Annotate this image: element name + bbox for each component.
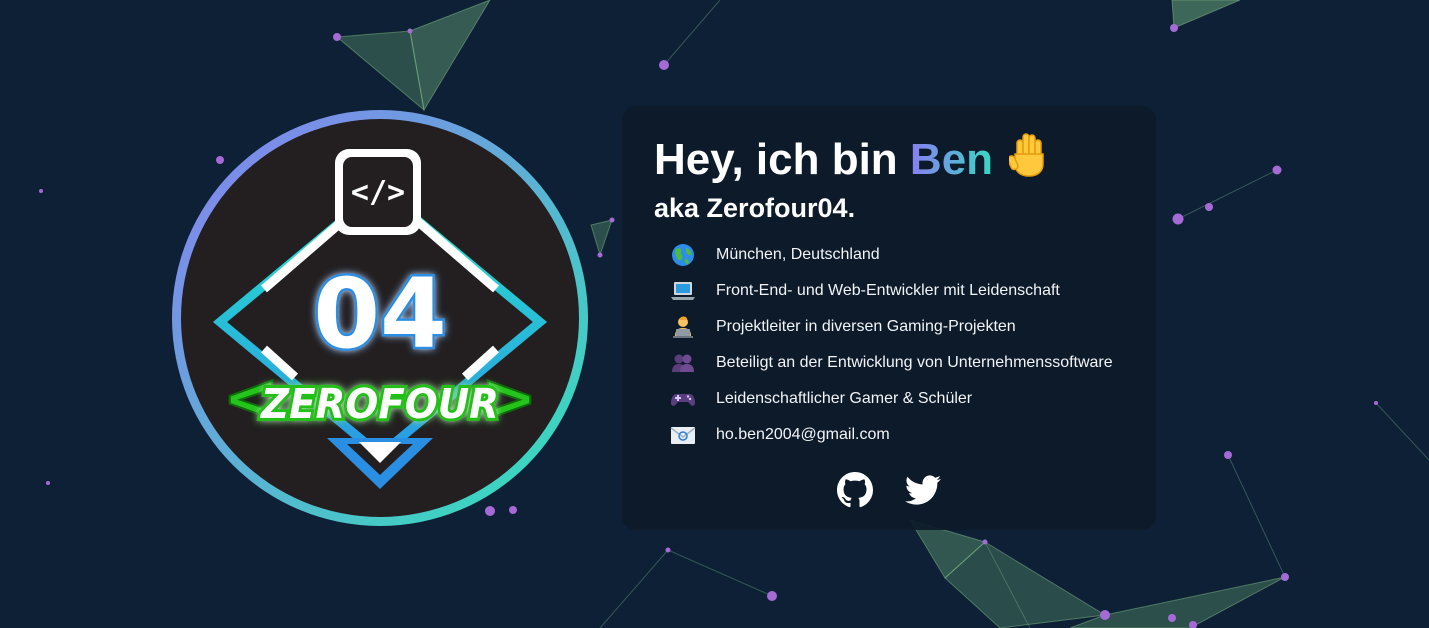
logo-avatar: </> 04 < > ZEROFOUR bbox=[169, 107, 591, 529]
technologist-icon bbox=[670, 314, 696, 340]
github-icon bbox=[837, 472, 873, 508]
bg-line bbox=[667, 549, 771, 596]
bg-node bbox=[333, 33, 341, 41]
bg-node bbox=[1170, 24, 1178, 32]
logo-wordmark: ZEROFOUR bbox=[259, 380, 499, 428]
info-text: Front-End- und Web-Entwickler mit Leiden… bbox=[716, 282, 1060, 299]
twitter-link[interactable] bbox=[905, 472, 941, 508]
bg-line bbox=[663, 0, 721, 66]
bg-line bbox=[1375, 402, 1429, 461]
info-item-email[interactable]: ho.ben2004@gmail.com bbox=[654, 417, 1124, 453]
bg-triangle bbox=[409, 0, 491, 112]
logo-number: 04 bbox=[313, 258, 447, 370]
bg-triangle bbox=[590, 219, 613, 257]
info-item-gamer: Leidenschaftlicher Gamer & Schüler bbox=[654, 381, 1124, 417]
bg-node bbox=[1172, 213, 1184, 225]
info-text: Projektleiter in diversen Gaming-Projekt… bbox=[716, 318, 1016, 335]
people-icon bbox=[670, 350, 696, 376]
info-item-role: Front-End- und Web-Entwickler mit Leiden… bbox=[654, 273, 1124, 309]
info-item-location: München, Deutschland bbox=[654, 237, 1124, 273]
info-item-enterprise: Beteiligt an der Entwicklung von Unterne… bbox=[654, 345, 1124, 381]
bg-node bbox=[767, 591, 777, 601]
email-icon bbox=[670, 422, 696, 448]
bg-node bbox=[1374, 401, 1378, 405]
github-link[interactable] bbox=[837, 472, 873, 508]
social-links bbox=[622, 472, 1156, 508]
name-text: Ben bbox=[909, 135, 994, 184]
bg-line bbox=[1227, 454, 1286, 578]
info-item-projects: Projektleiter in diversen Gaming-Projekt… bbox=[654, 309, 1124, 345]
bg-node bbox=[609, 217, 615, 223]
greeting-text: Hey, ich bin bbox=[654, 135, 898, 184]
globe-icon bbox=[670, 242, 696, 268]
info-text: München, Deutschland bbox=[716, 246, 880, 263]
laptop-icon bbox=[670, 278, 696, 304]
profile-card: Hey, ich bin Ben aka Zerofour04. München… bbox=[622, 106, 1156, 530]
info-list: München, Deutschland Front-End- und Web-… bbox=[654, 237, 1124, 453]
gamepad-icon bbox=[670, 386, 696, 412]
bg-node bbox=[1224, 451, 1232, 459]
bg-node bbox=[1205, 203, 1213, 211]
bg-line bbox=[1177, 169, 1278, 220]
bg-node bbox=[1272, 165, 1282, 175]
code-glyph: </> bbox=[351, 175, 405, 210]
bg-node bbox=[407, 28, 413, 34]
bg-triangle bbox=[335, 30, 425, 112]
bg-node bbox=[46, 481, 50, 485]
bg-triangle bbox=[1171, 0, 1241, 29]
bg-node bbox=[1168, 614, 1176, 622]
bg-triangle bbox=[1069, 576, 1286, 628]
bg-node bbox=[665, 547, 671, 553]
bg-node bbox=[1281, 573, 1289, 581]
bg-node bbox=[1100, 610, 1110, 620]
email-link[interactable]: ho.ben2004@gmail.com bbox=[716, 426, 890, 444]
bg-node bbox=[659, 60, 669, 70]
alias-text: aka Zerofour04. bbox=[654, 193, 856, 223]
bg-node bbox=[597, 252, 603, 258]
bg-node bbox=[39, 189, 43, 193]
bg-line bbox=[599, 549, 669, 628]
raised-hand-icon bbox=[1007, 132, 1049, 190]
twitter-icon bbox=[905, 475, 941, 505]
info-text: Leidenschaftlicher Gamer & Schüler bbox=[716, 390, 973, 407]
info-text: Beteiligt an der Entwicklung von Unterne… bbox=[716, 354, 1113, 371]
bg-node bbox=[982, 539, 988, 545]
headline: Hey, ich bin Ben bbox=[654, 132, 1124, 190]
